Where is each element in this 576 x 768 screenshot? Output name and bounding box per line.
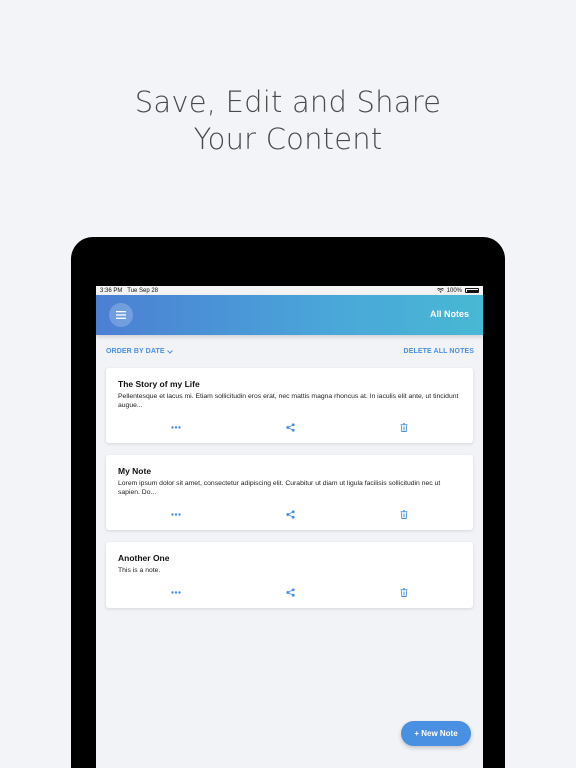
status-bar: 3:36 PM Tue Sep 28 100%	[96, 286, 483, 295]
note-actions	[106, 586, 473, 598]
more-button[interactable]	[169, 508, 183, 520]
hamburger-icon	[116, 311, 126, 319]
battery-percent: 100%	[446, 287, 462, 294]
chevron-down-icon	[166, 349, 173, 354]
more-button[interactable]	[169, 421, 183, 433]
order-label: ORDER BY DATE	[106, 348, 165, 355]
share-icon	[285, 587, 295, 597]
wifi-icon	[436, 288, 444, 293]
app-bar: All Notes	[96, 295, 483, 335]
note-actions	[106, 421, 473, 433]
status-time: 3:36 PM	[100, 287, 123, 294]
note-card[interactable]: My Note Lorem ipsum dolor sit amet, cons…	[106, 455, 473, 530]
trash-icon	[400, 422, 408, 432]
headline-line-2: Your Content	[193, 122, 383, 156]
menu-button[interactable]	[109, 303, 133, 327]
more-dots-icon	[171, 425, 181, 429]
trash-icon	[400, 587, 408, 597]
delete-button[interactable]	[397, 586, 411, 598]
order-by-date-button[interactable]: ORDER BY DATE	[106, 348, 173, 355]
more-dots-icon	[171, 590, 181, 594]
headline-line-1: Save, Edit and Share	[134, 85, 442, 119]
share-icon	[285, 422, 295, 432]
app-bar-title: All Notes	[429, 309, 469, 319]
note-actions	[106, 508, 473, 520]
notes-toolbar: ORDER BY DATE DELETE ALL NOTES	[106, 348, 474, 355]
note-title: My Note	[118, 466, 152, 476]
note-body: This is a note.	[118, 567, 161, 574]
app-screen: 3:36 PM Tue Sep 28 100% All Notes ORDER …	[96, 286, 483, 768]
note-title: Another One	[118, 553, 170, 563]
note-card[interactable]: The Story of my Life Pellentesque et lac…	[106, 368, 473, 443]
promo-headline: Save, Edit and Share Your Content	[0, 84, 576, 158]
new-note-button[interactable]: + New Note	[401, 721, 471, 746]
more-dots-icon	[171, 512, 181, 516]
more-button[interactable]	[169, 586, 183, 598]
delete-button[interactable]	[397, 508, 411, 520]
share-icon	[285, 509, 295, 519]
note-title: The Story of my Life	[118, 379, 200, 389]
share-button[interactable]	[283, 421, 297, 433]
note-body: Pellentesque et lacus mi. Etiam sollicit…	[118, 393, 459, 409]
status-date: Tue Sep 28	[127, 287, 159, 294]
delete-button[interactable]	[397, 421, 411, 433]
delete-all-notes-button[interactable]: DELETE ALL NOTES	[404, 348, 474, 355]
trash-icon	[400, 509, 408, 519]
share-button[interactable]	[283, 586, 297, 598]
note-card[interactable]: Another One This is a note.	[106, 542, 473, 608]
note-body: Lorem ipsum dolor sit amet, consectetur …	[118, 480, 441, 496]
battery-icon	[465, 288, 479, 293]
share-button[interactable]	[283, 508, 297, 520]
